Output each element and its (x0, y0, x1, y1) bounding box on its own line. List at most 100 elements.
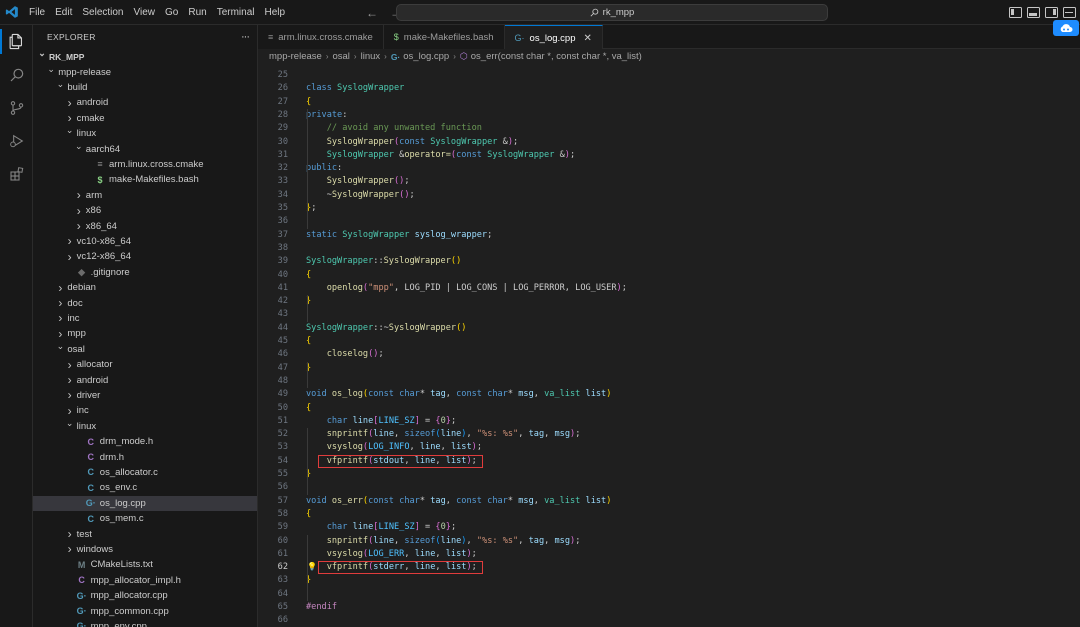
explorer-icon[interactable] (0, 25, 33, 58)
file-type-icon: C (87, 436, 95, 447)
tree-folder[interactable]: › vc12-x86_64 (33, 249, 257, 264)
tab-os-log-cpp[interactable]: G· os_log.cpp ✕ (504, 25, 603, 50)
menu-item-terminal[interactable]: Terminal (212, 0, 260, 25)
tree-folder[interactable]: › cmake (33, 111, 257, 126)
tree-folder[interactable]: › vc10-x86_64 (33, 234, 257, 249)
close-icon[interactable]: ✕ (584, 33, 592, 44)
line-number: 38 (277, 242, 288, 253)
tree-file[interactable]: $ make-Makefiles.bash (33, 172, 257, 187)
code-token: list (450, 442, 472, 453)
menu-item-run[interactable]: Run (183, 0, 211, 25)
line-number: 50 (277, 402, 288, 413)
tree-folder[interactable]: › x86 (33, 203, 257, 218)
lightbulb-icon[interactable]: 💡 (307, 561, 317, 573)
tree-file[interactable]: ≡ arm.linux.cross.cmake (33, 157, 257, 172)
tree-folder[interactable]: ⌄ mpp-release (33, 64, 257, 79)
tree-item-label: driver (76, 389, 101, 401)
tree-folder[interactable]: › android (33, 372, 257, 388)
file-type-icon: ≡ (97, 159, 103, 170)
back-arrow-icon[interactable]: ← (366, 6, 378, 20)
breadcrumb-item[interactable]: os_err(const char *, const char *, va_li… (471, 51, 642, 62)
tree-file[interactable]: G· mpp_common.cpp (33, 603, 257, 618)
tree-file[interactable]: Cos_env.c (33, 480, 257, 495)
code-text: closelog(); (306, 348, 384, 361)
tree-file[interactable]: Cos_mem.c (33, 511, 257, 526)
tab-make-makefiles-bash[interactable]: $ make-Makefiles.bash (383, 25, 505, 49)
code-token: , (564, 282, 576, 293)
search-activity-icon[interactable] (0, 58, 33, 91)
toggle-secondary-sidebar-icon[interactable] (1045, 7, 1058, 18)
command-center-search[interactable]: rk_mpp (396, 4, 828, 21)
tree-item-label: CMakeLists.txt (90, 559, 153, 571)
tree-item-label: build (67, 81, 88, 93)
line-number: 33 (277, 176, 288, 187)
tree-folder[interactable]: › debian (33, 280, 257, 295)
menu-item-go[interactable]: Go (160, 0, 183, 25)
tree-file[interactable]: Cos_allocator.c (33, 465, 257, 480)
chevron-right-icon: › (67, 373, 72, 388)
tree-folder[interactable]: ⌄ RK_MPP (33, 48, 257, 64)
cloud-sync-button[interactable] (1053, 20, 1079, 36)
menu-item-selection[interactable]: Selection (77, 0, 128, 25)
breadcrumb-item[interactable]: osal (332, 51, 349, 62)
code-line: 54 vfprintf(stdout, line, list); (258, 454, 1080, 468)
customize-layout-icon[interactable] (1063, 7, 1076, 18)
code-token: msg (518, 495, 534, 506)
breadcrumb-item[interactable]: linux (361, 51, 381, 62)
tree-folder[interactable]: › arm (33, 188, 257, 203)
breadcrumb-item[interactable]: mpp-release (269, 51, 322, 62)
code-token: = (419, 415, 436, 426)
tab-arm-linux-cross-cmake[interactable]: ≡ arm.linux.cross.cmake (258, 25, 384, 49)
breadcrumb-item[interactable]: os_log.cpp (403, 51, 449, 62)
code-token: () (393, 176, 405, 187)
tree-file[interactable]: G· os_log.cpp (33, 495, 257, 511)
tree-folder[interactable]: › doc (33, 295, 257, 310)
tree-file[interactable]: G· mpp_env.cpp (33, 619, 257, 627)
source-control-icon[interactable] (0, 91, 33, 124)
tab-label: arm.linux.cross.cmake (278, 31, 373, 43)
tree-folder[interactable]: › allocator (33, 357, 257, 372)
code-token: syslog_wrapper (414, 229, 488, 240)
tree-folder[interactable]: › inc (33, 311, 257, 326)
menu-item-file[interactable]: File (24, 0, 50, 25)
code-token: | (440, 282, 457, 293)
tree-folder[interactable]: › x86_64 (33, 218, 257, 233)
code-token: char (487, 495, 508, 506)
menu-item-help[interactable]: Help (260, 0, 291, 25)
run-debug-icon[interactable] (0, 124, 33, 157)
tree-file[interactable]: Cdrm_mode.h (33, 434, 257, 449)
tree-item-label: mpp (67, 328, 86, 340)
toggle-sidebar-icon[interactable] (1009, 7, 1022, 18)
code-editor[interactable]: 25 26 class SyslogWrapper 27{28 private: 29 /… (258, 64, 1080, 627)
line-number: 66 (277, 615, 288, 626)
tree-folder[interactable]: ⌄ aarch64 (33, 141, 257, 156)
tree-file[interactable]: Cmpp_allocator_impl.h (33, 573, 257, 588)
tree-folder[interactable]: ⌄ linux (33, 418, 257, 434)
tree-folder[interactable]: › mpp (33, 326, 257, 341)
tree-file[interactable]: ◆ .gitignore (33, 265, 257, 280)
tree-folder[interactable]: › windows (33, 542, 257, 557)
menu-item-edit[interactable]: Edit (50, 0, 77, 25)
tree-folder[interactable]: ⌄ osal (33, 341, 257, 357)
tree-file[interactable]: Cdrm.h (33, 449, 257, 464)
line-number: 27 (277, 96, 288, 107)
code-token: "mpp" (368, 282, 394, 293)
extensions-icon[interactable] (0, 157, 33, 190)
tree-folder[interactable]: › driver (33, 388, 257, 403)
tree-folder[interactable]: ⌄ linux (33, 125, 257, 141)
tree-file[interactable]: G· mpp_allocator.cpp (33, 588, 257, 603)
chevron-down-icon: ⌄ (38, 48, 46, 59)
menu-item-view[interactable]: View (129, 0, 161, 25)
code-token: vsyslog (326, 548, 363, 559)
tree-folder[interactable]: ⌄ build (33, 79, 257, 95)
tree-folder[interactable]: › android (33, 95, 257, 110)
code-token: sizeof (404, 535, 436, 546)
tree-folder[interactable]: › test (33, 526, 257, 541)
tree-item-label: android (76, 97, 109, 109)
tree-file[interactable]: M CMakeLists.txt (33, 557, 257, 572)
tree-folder[interactable]: › inc (33, 403, 257, 418)
toggle-panel-icon[interactable] (1027, 7, 1040, 18)
more-actions-icon[interactable]: ··· (241, 31, 250, 43)
